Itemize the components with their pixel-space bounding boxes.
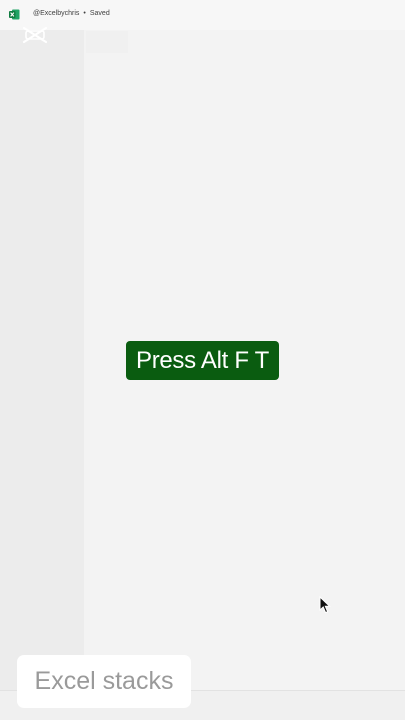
- keyboard-shortcut-badge: Press Alt F T: [126, 341, 279, 380]
- account-name: @Excelbychris: [33, 10, 80, 17]
- save-status: Saved: [89, 10, 110, 17]
- left-pane: [0, 30, 84, 690]
- faint-placeholder: [86, 31, 128, 53]
- capcut-logo-icon: [22, 26, 48, 44]
- video-caption: Excel stacks: [17, 655, 191, 708]
- title-separator: •: [83, 10, 86, 17]
- title-bar: @Excelbychris • Saved: [0, 0, 405, 30]
- mouse-pointer-icon: [319, 596, 331, 614]
- document-title: @Excelbychris • Saved: [33, 10, 110, 17]
- excel-icon[interactable]: [9, 9, 20, 20]
